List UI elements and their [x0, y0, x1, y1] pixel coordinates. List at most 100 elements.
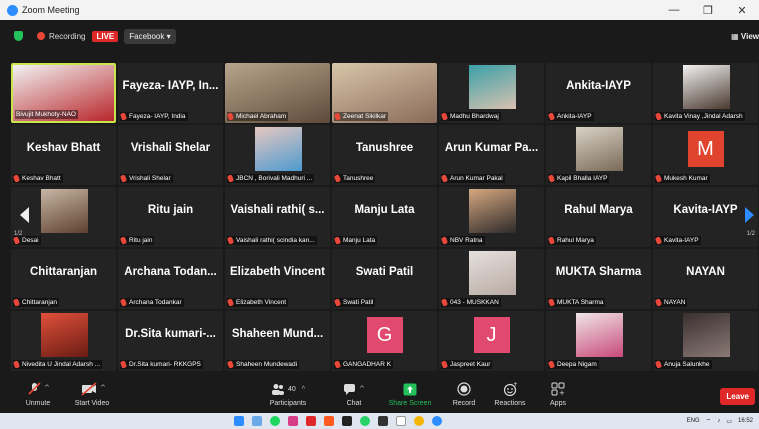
participant-tile[interactable]: Vrishali Shelar Vrishali Shelar [118, 125, 223, 185]
participant-tile[interactable]: Kavita Vinay ,Jindal Adarsh [653, 63, 758, 123]
participant-display-name: Ankita-IAYP [566, 80, 631, 92]
participant-tile[interactable]: Zeenat Sikilkar [332, 63, 437, 123]
participant-tile[interactable]: NAYAN NAYAN [653, 249, 758, 309]
apps-button[interactable]: + Apps [528, 381, 588, 407]
participant-name: Tanushree [343, 175, 374, 182]
participant-name-label: MUKTA Sharma [548, 298, 606, 307]
participant-tile[interactable]: Keshav Bhatt Keshav Bhatt [11, 125, 116, 185]
participant-name: Ritu jain [129, 237, 153, 244]
participant-tile[interactable]: Tanushree Tanushree [332, 125, 437, 185]
battery-icon[interactable]: ▭ [726, 418, 732, 425]
page-indicator-right: 1/2 [746, 231, 755, 237]
share-screen-button[interactable]: Share Screen [380, 381, 440, 407]
participant-name-label: GANGADHAR K [334, 360, 394, 369]
participant-tile[interactable]: Archana Todan... Archana Todankar [118, 249, 223, 309]
volume-icon[interactable]: ♪ [717, 418, 720, 424]
participant-tile[interactable]: G GANGADHAR K [332, 311, 437, 371]
mic-muted-icon [120, 236, 128, 245]
participant-name: Swati Patil [343, 299, 374, 306]
unmute-button[interactable]: ^ Unmute [8, 381, 68, 407]
next-page-arrow-icon[interactable] [745, 207, 754, 223]
participant-tile[interactable]: M Mukesh Kumar [653, 125, 758, 185]
close-button[interactable]: ✕ [725, 4, 759, 17]
participant-tile[interactable]: Ritu jain Ritu jain [118, 187, 223, 247]
whatsapp-icon[interactable] [360, 416, 370, 426]
participant-name-label: Dr.Sita kumari- RKKGPS [120, 360, 203, 369]
taskview-icon[interactable] [252, 416, 262, 426]
participant-tile[interactable]: Madhu Bhardwaj [439, 63, 544, 123]
participant-name-label: Chittaranjan [13, 298, 60, 307]
start-video-button[interactable]: ^ Start Video [62, 381, 122, 407]
participant-tile[interactable]: Shaheen Mund... Shaheen Mundewadi [225, 311, 330, 371]
participant-display-name: Rahul Marya [564, 204, 633, 216]
participant-tile[interactable]: Desai 1/2 [11, 187, 116, 247]
facebook-stream-dropdown[interactable]: Facebook ▾ [124, 28, 176, 44]
recording-icon [37, 32, 45, 40]
participant-tile[interactable]: Vaishali rathi( s... Vaishali rathi( scin… [225, 187, 330, 247]
start-icon[interactable] [234, 416, 244, 426]
participant-display-name: Dr.Sita kumari-... [125, 328, 216, 340]
leave-button[interactable]: Leave [720, 388, 755, 405]
brave-browser-icon[interactable] [396, 416, 406, 426]
participant-tile[interactable]: NBV Ratna [439, 187, 544, 247]
brave-icon[interactable] [324, 416, 334, 426]
tv-app-icon[interactable] [342, 416, 352, 426]
instagram-icon[interactable] [288, 416, 298, 426]
participant-tile[interactable]: Kavita-IAYP Kavita-IAYP 1/2 [653, 187, 758, 247]
minimize-button[interactable]: — [657, 4, 691, 17]
participant-name-label: Michael Abraham [227, 112, 289, 121]
participant-tile[interactable]: Dr.Sita kumari-... Dr.Sita kumari- RKKGPS [118, 311, 223, 371]
mic-muted-icon [227, 360, 235, 369]
chrome-icon[interactable] [414, 416, 424, 426]
participant-name: Madhu Bhardwaj [450, 113, 499, 120]
participant-tile[interactable]: Deepa Nigam [546, 311, 651, 371]
participant-tile[interactable]: Anuja Salunkhe [653, 311, 758, 371]
participant-tile[interactable]: MUKTA Sharma MUKTA Sharma [546, 249, 651, 309]
participant-tile[interactable]: Arun Kumar Pa... Arun Kumar Pakal [439, 125, 544, 185]
page-indicator-left: 1/2 [14, 231, 23, 237]
participant-tile[interactable]: Chittaranjan Chittaranjan [11, 249, 116, 309]
participant-tile[interactable]: Swati Patil Swati Patil [332, 249, 437, 309]
language-indicator[interactable]: ENG [687, 418, 700, 424]
participant-tile[interactable]: J Jaspreet Kaur [439, 311, 544, 371]
participant-tile[interactable]: Ankita-IAYP Ankita-IAYP [546, 63, 651, 123]
participant-tile[interactable]: Manju Lata Manju Lata [332, 187, 437, 247]
live-badge: LIVE [92, 30, 119, 42]
recording-status[interactable]: Recording [49, 32, 85, 41]
participant-name: Dr.Sita kumari- RKKGPS [129, 361, 201, 368]
participants-button[interactable]: 40 ^ Participants [258, 381, 318, 407]
participant-tile[interactable]: Rahul Marya Rahul Marya [546, 187, 651, 247]
participant-display-name: Vaishali rathi( s... [230, 204, 325, 216]
participant-tile[interactable]: JBCN , Borivali Madhuri ... [225, 125, 330, 185]
participant-tile[interactable]: Fayeza- IAYP, In... Fayeza- IAYP, India [118, 63, 223, 123]
participant-tile[interactable]: 043 - MUSKKAN [439, 249, 544, 309]
svg-text:^: ^ [44, 384, 49, 392]
participant-name-label: Swati Patil [334, 298, 376, 307]
chat-button[interactable]: ^ Chat [324, 381, 384, 407]
notion-icon[interactable] [378, 416, 388, 426]
spotify-icon[interactable] [270, 416, 280, 426]
previous-page-arrow-icon[interactable] [20, 207, 29, 223]
participant-tile[interactable]: Nivedita U Jindal Adarsh ... [11, 311, 116, 371]
participant-video [576, 313, 623, 357]
participant-tile[interactable]: Elizabeth Vincent Elizabeth Vincent [225, 249, 330, 309]
wifi-icon[interactable]: ⌔ [706, 417, 712, 425]
participant-tile[interactable]: Kapil Bhalla IAYP [546, 125, 651, 185]
clock-time[interactable]: 16:52 [738, 418, 753, 424]
participant-name-label: Zeenat Sikilkar [334, 112, 388, 121]
maximize-button[interactable]: ❐ [691, 4, 725, 17]
chat-label: Chat [346, 400, 362, 407]
zoom-taskbar-icon[interactable] [432, 416, 442, 426]
mic-muted-icon [334, 236, 342, 245]
apps-icon: + [551, 382, 565, 396]
netflix-icon[interactable] [306, 416, 316, 426]
participant-name: Michael Abraham [236, 113, 287, 120]
participant-tile[interactable]: Michael Abraham [225, 63, 330, 123]
participant-tile[interactable]: Bivujit Mukhoty-NAO [11, 63, 116, 123]
view-button[interactable]: ▦ View [731, 32, 759, 41]
security-shield-icon[interactable] [14, 31, 23, 41]
mic-muted-icon [441, 360, 449, 369]
participant-name: Manju Lata [343, 237, 376, 244]
mic-muted-icon: ^ [28, 382, 49, 395]
mic-muted-icon [120, 174, 128, 183]
